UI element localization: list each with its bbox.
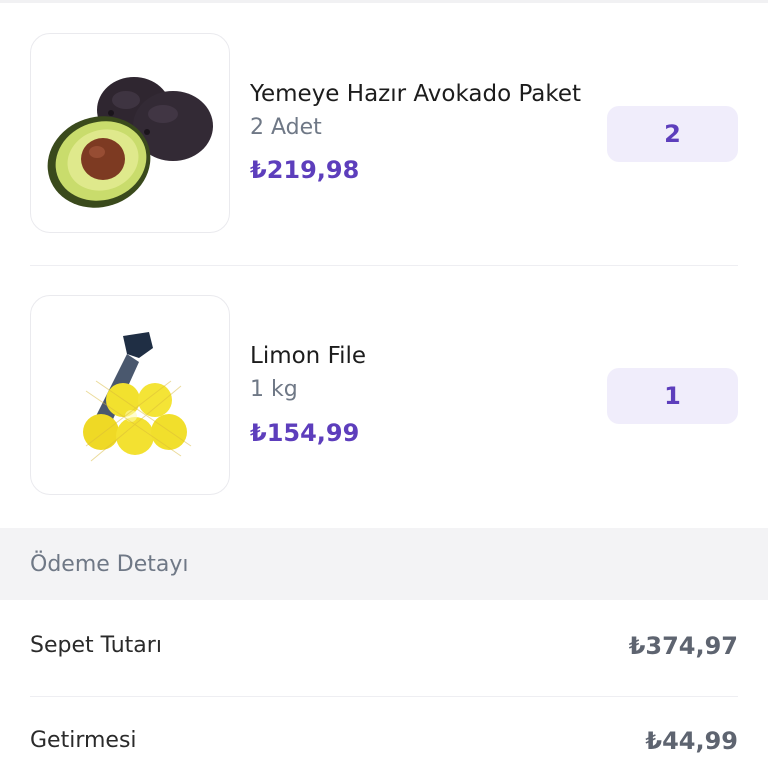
summary-label: Getirmesi bbox=[30, 728, 137, 753]
cart-item[interactable]: Yemeye Hazır Avokado Paket 2 Adet ₺219,9… bbox=[30, 33, 738, 233]
item-divider bbox=[30, 265, 738, 266]
summary-value: ₺44,99 bbox=[645, 727, 738, 755]
payment-details-header: Ödeme Detayı bbox=[0, 528, 768, 600]
summary-divider bbox=[30, 696, 738, 697]
quantity-button[interactable]: 1 bbox=[607, 368, 738, 424]
section-title: Ödeme Detayı bbox=[30, 552, 189, 577]
product-price: ₺154,99 bbox=[250, 419, 360, 447]
product-name: Yemeye Hazır Avokado Paket bbox=[250, 81, 582, 107]
quantity-button[interactable]: 2 bbox=[607, 106, 738, 162]
top-divider bbox=[0, 0, 768, 3]
product-name: Limon File bbox=[250, 343, 367, 369]
product-unit: 1 kg bbox=[250, 377, 298, 402]
product-image-avocado[interactable] bbox=[30, 33, 230, 233]
product-image-lemon[interactable] bbox=[30, 295, 230, 495]
summary-value: ₺374,97 bbox=[628, 632, 738, 660]
summary-row-delivery: Getirmesi ₺44,99 bbox=[30, 724, 738, 764]
summary-label: Sepet Tutarı bbox=[30, 633, 162, 658]
product-unit: 2 Adet bbox=[250, 115, 322, 140]
summary-row-basket-total: Sepet Tutarı ₺374,97 bbox=[30, 629, 738, 669]
product-price: ₺219,98 bbox=[250, 156, 360, 184]
cart-item[interactable]: Limon File 1 kg ₺154,99 1 bbox=[30, 295, 738, 495]
